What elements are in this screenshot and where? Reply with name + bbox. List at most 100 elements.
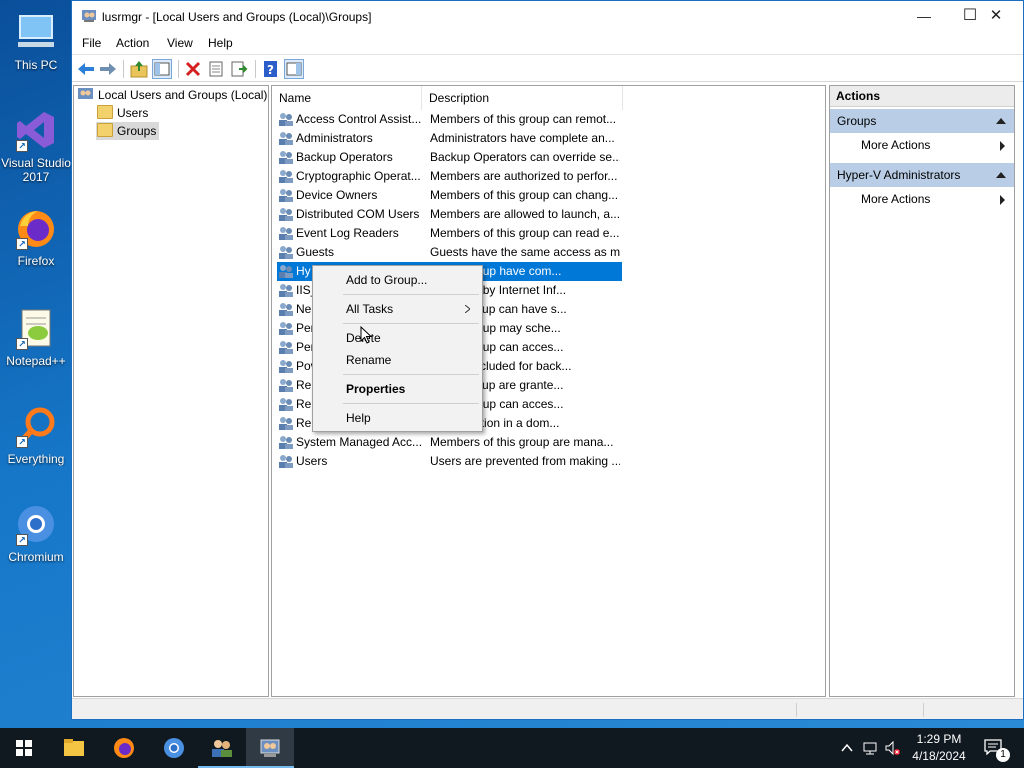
table-row[interactable]: Device Owners Members of this group can c…: [277, 186, 622, 205]
desktop-icon-this-pc[interactable]: This PC: [0, 4, 72, 84]
network-icon[interactable]: [862, 740, 878, 756]
action-center-button[interactable]: 1: [976, 728, 1024, 768]
file-explorer-icon: [64, 739, 84, 756]
tree-item-users[interactable]: Users: [97, 104, 148, 122]
column-header-description[interactable]: Description: [422, 86, 623, 110]
mouse-cursor-icon: [360, 325, 373, 344]
tree-item-groups[interactable]: Groups: [96, 122, 160, 140]
group-icon: [278, 397, 294, 412]
back-arrow-icon[interactable]: [76, 59, 96, 79]
ctx-all-tasks[interactable]: All Tasks: [313, 298, 482, 320]
taskbar-file-explorer[interactable]: [50, 728, 98, 768]
group-icon: [278, 283, 294, 298]
table-row[interactable]: Cryptographic Operat... Members are autho…: [277, 167, 622, 186]
group-icon: [278, 245, 294, 260]
taskbar-lusrmgr[interactable]: [246, 728, 294, 768]
table-row[interactable]: Administrators Administrators have comple…: [277, 129, 622, 148]
window-title: lusrmgr - [Local Users and Groups (Local…: [102, 10, 372, 24]
more-actions-hyper-v[interactable]: More Actions: [830, 187, 1014, 211]
actions-section-hyper-v-administrators[interactable]: Hyper-V Administrators: [830, 163, 1014, 187]
table-row[interactable]: Users Users are prevented from making ...: [277, 452, 622, 471]
clock-date: 4/18/2024: [912, 749, 966, 763]
more-actions-groups[interactable]: More Actions: [830, 133, 1014, 157]
toolbar-separator: [255, 60, 256, 78]
show-hide-console-tree-icon[interactable]: [152, 59, 172, 79]
ctx-separator: [343, 294, 479, 295]
shortcut-arrow-icon: ↗: [16, 140, 28, 152]
actions-section-groups[interactable]: Groups: [830, 109, 1014, 133]
group-name: Cryptographic Operat...: [296, 169, 421, 183]
forward-arrow-icon[interactable]: [98, 59, 118, 79]
start-button[interactable]: [0, 728, 48, 768]
computer-icon: [14, 10, 58, 54]
group-icon: [278, 378, 294, 393]
minimize-button[interactable]: —: [901, 1, 947, 31]
group-icon: [278, 302, 294, 317]
notepad-plus-plus-icon: ↗: [14, 306, 58, 350]
group-icon: [278, 226, 294, 241]
group-description: Members of this group can chang...: [430, 188, 619, 202]
ctx-rename[interactable]: Rename: [313, 349, 482, 371]
table-row[interactable]: Backup Operators Backup Operators can ove…: [277, 148, 622, 167]
folder-icon: [97, 105, 113, 119]
ctx-help[interactable]: Help: [313, 407, 482, 429]
table-row[interactable]: Distributed COM Users Members are allowed…: [277, 205, 622, 224]
desktop-icon-chromium[interactable]: ↗ Chromium: [0, 496, 72, 576]
table-row[interactable]: Access Control Assist... Members of this …: [277, 110, 622, 129]
properties-icon[interactable]: [206, 59, 226, 79]
group-description: Members of this group can read e...: [430, 226, 620, 240]
folder-icon: [97, 123, 113, 137]
menu-view[interactable]: View: [167, 36, 193, 50]
close-button[interactable]: ✕: [971, 1, 1021, 31]
lusrmgr-window: lusrmgr - [Local Users and Groups (Local…: [71, 0, 1024, 720]
show-hidden-icons-chevron-icon[interactable]: [839, 740, 855, 756]
group-description: Members of this group are mana...: [430, 435, 614, 449]
table-row[interactable]: System Managed Acc... Members of this gro…: [277, 433, 622, 452]
menu-file[interactable]: File: [82, 36, 101, 50]
volume-muted-icon[interactable]: [884, 740, 900, 756]
ctx-separator: [343, 403, 479, 404]
tree-item-root[interactable]: Local Users and Groups (Local): [78, 86, 267, 104]
collapse-up-icon[interactable]: [996, 172, 1006, 178]
group-name: Device Owners: [296, 188, 378, 202]
taskbar: 1:29 PM 4/18/2024 1: [0, 728, 1024, 768]
up-one-level-icon[interactable]: [129, 59, 149, 79]
group-icon: [278, 112, 294, 127]
title-bar[interactable]: lusrmgr - [Local Users and Groups (Local…: [72, 1, 1023, 32]
group-description: Members of this group can remot...: [430, 112, 617, 126]
taskbar-chromium[interactable]: [150, 728, 198, 768]
collapse-up-icon[interactable]: [996, 118, 1006, 124]
delete-x-icon[interactable]: [183, 59, 203, 79]
column-header-name[interactable]: Name: [272, 86, 422, 110]
group-name: Administrators: [296, 131, 373, 145]
group-description: Members are allowed to launch, a...: [430, 207, 620, 221]
export-list-icon[interactable]: [229, 59, 249, 79]
taskbar-users-app[interactable]: [198, 728, 246, 768]
table-row[interactable]: Guests Guests have the same access as m..…: [277, 243, 622, 262]
group-name: System Managed Acc...: [296, 435, 423, 449]
taskbar-firefox[interactable]: [100, 728, 148, 768]
desktop-icon-visual-studio[interactable]: ↗ Visual Studio 2017: [0, 102, 72, 188]
menu-action[interactable]: Action: [116, 36, 149, 50]
ctx-delete[interactable]: Delete: [313, 327, 482, 349]
ctx-separator: [343, 374, 479, 375]
visual-studio-icon: ↗: [14, 108, 58, 152]
desktop-icon-notepad-plus-plus[interactable]: ↗ Notepad++: [0, 300, 72, 380]
ctx-properties[interactable]: Properties: [313, 378, 482, 400]
ctx-add-to-group[interactable]: Add to Group...: [313, 269, 482, 291]
show-hide-action-pane-icon[interactable]: [284, 59, 304, 79]
group-name: Access Control Assist...: [296, 112, 422, 126]
status-bar: [72, 698, 1023, 719]
shortcut-arrow-icon: ↗: [16, 338, 28, 350]
actions-header: Actions: [830, 86, 1014, 107]
help-icon[interactable]: ?: [261, 59, 281, 79]
toolbar: ?: [72, 54, 1023, 82]
menu-help[interactable]: Help: [208, 36, 233, 50]
desktop-icon-firefox[interactable]: ↗ Firefox: [0, 200, 72, 280]
table-row[interactable]: Event Log Readers Members of this group c…: [277, 224, 622, 243]
group-icon: [278, 435, 294, 450]
taskbar-clock[interactable]: 1:29 PM 4/18/2024: [904, 731, 974, 765]
submenu-arrow-icon: [465, 305, 470, 313]
group-icon: [278, 150, 294, 165]
desktop-icon-everything[interactable]: ↗ Everything: [0, 398, 72, 478]
